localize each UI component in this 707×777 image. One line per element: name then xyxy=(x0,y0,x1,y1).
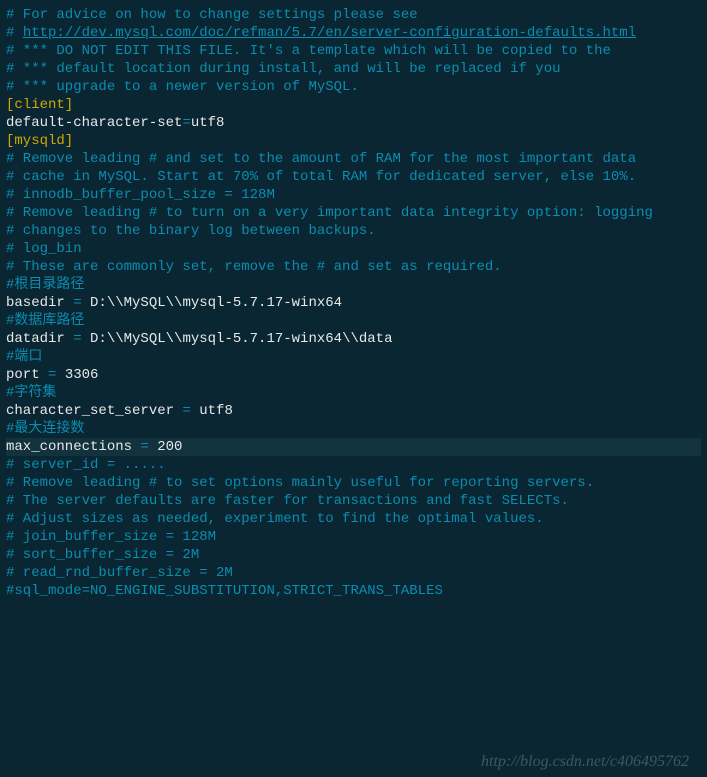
comment-line: # *** default location during install, a… xyxy=(6,60,701,78)
config-line-basedir: basedir = D:\\MySQL\\mysql-5.7.17-winx64 xyxy=(6,294,701,312)
comment-line: # *** upgrade to a newer version of MySQ… xyxy=(6,78,701,96)
comment-line: # *** DO NOT EDIT THIS FILE. It's a temp… xyxy=(6,42,701,60)
comment-line: # Remove leading # to set options mainly… xyxy=(6,474,701,492)
comment-line: # changes to the binary log between back… xyxy=(6,222,701,240)
comment-line: # Remove leading # and set to the amount… xyxy=(6,150,701,168)
config-line-charset: character_set_server = utf8 xyxy=(6,402,701,420)
comment-line: #字符集 xyxy=(6,384,701,402)
comment-line: # join_buffer_size = 128M xyxy=(6,528,701,546)
config-line-datadir: datadir = D:\\MySQL\\mysql-5.7.17-winx64… xyxy=(6,330,701,348)
comment-line: # server_id = ..... xyxy=(6,456,701,474)
comment-line: #根目录路径 xyxy=(6,276,701,294)
comment-line: # For advice on how to change settings p… xyxy=(6,6,701,24)
comment-line: # Adjust sizes as needed, experiment to … xyxy=(6,510,701,528)
config-line-port: port = 3306 xyxy=(6,366,701,384)
comment-line: #端口 xyxy=(6,348,701,366)
comment-line: # log_bin xyxy=(6,240,701,258)
comment-line: # The server defaults are faster for tra… xyxy=(6,492,701,510)
url-link[interactable]: http://dev.mysql.com/doc/refman/5.7/en/s… xyxy=(23,25,636,41)
section-mysqld: [mysqld] xyxy=(6,132,701,150)
code-editor[interactable]: # For advice on how to change settings p… xyxy=(6,6,701,600)
comment-line: #sql_mode=NO_ENGINE_SUBSTITUTION,STRICT_… xyxy=(6,582,701,600)
config-line-maxconn: max_connections = 200 xyxy=(6,438,701,456)
watermark-text: http://blog.csdn.net/c406495762 xyxy=(481,753,689,771)
comment-line: # http://dev.mysql.com/doc/refman/5.7/en… xyxy=(6,24,701,42)
comment-line: # Remove leading # to turn on a very imp… xyxy=(6,204,701,222)
comment-line: # cache in MySQL. Start at 70% of total … xyxy=(6,168,701,186)
comment-line: #数据库路径 xyxy=(6,312,701,330)
comment-line: # These are commonly set, remove the # a… xyxy=(6,258,701,276)
comment-line: # read_rnd_buffer_size = 2M xyxy=(6,564,701,582)
config-line: default-character-set=utf8 xyxy=(6,114,701,132)
comment-line: # innodb_buffer_pool_size = 128M xyxy=(6,186,701,204)
section-client: [client] xyxy=(6,96,701,114)
comment-line: #最大连接数 xyxy=(6,420,701,438)
comment-line: # sort_buffer_size = 2M xyxy=(6,546,701,564)
